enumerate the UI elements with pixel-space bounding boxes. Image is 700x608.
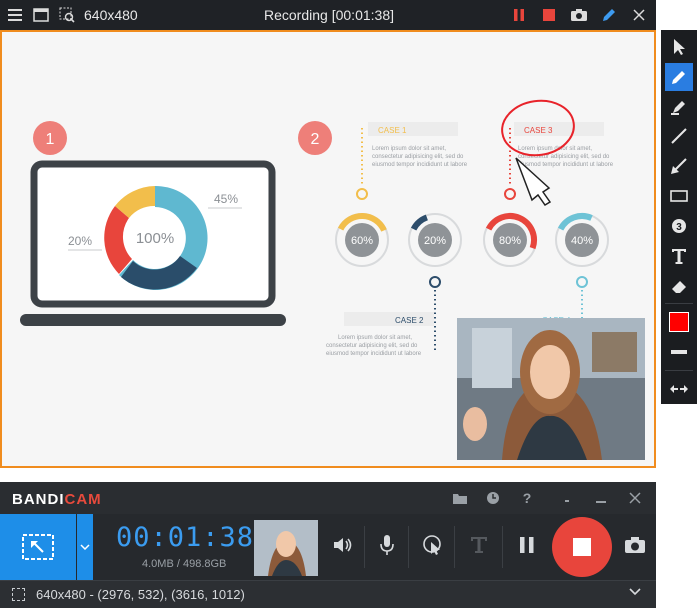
select-area-icon[interactable]	[56, 4, 78, 26]
text-overlay-icon[interactable]	[466, 532, 492, 558]
recording-timer: 00:01:38	[116, 522, 255, 553]
screen-mode-button[interactable]	[0, 514, 76, 580]
region-checkbox-icon[interactable]	[12, 588, 25, 601]
donut-right-label: 45%	[214, 192, 238, 206]
laptop-base	[20, 314, 286, 326]
screenshot-button[interactable]	[622, 532, 648, 558]
svg-text:eiusmod tempor incididunt ut l: eiusmod tempor incididunt ut labore	[518, 162, 614, 168]
svg-text:consectetur adipisicing elit,: consectetur adipisicing elit, sed do	[372, 154, 464, 160]
menu-icon[interactable]	[4, 4, 26, 26]
close-icon[interactable]	[624, 487, 646, 509]
gauge-1: 60%	[335, 213, 389, 267]
mouse-click-icon[interactable]	[420, 532, 446, 558]
svg-text:?: ?	[523, 490, 532, 506]
gauge-value-4: 40%	[571, 235, 593, 247]
draw-mode-button[interactable]	[598, 4, 620, 26]
step-2-number: 2	[311, 131, 320, 148]
capture-size-label: 640x480	[84, 7, 138, 23]
recording-label: Recording	[264, 7, 328, 23]
minimize-icon[interactable]	[590, 487, 612, 509]
gauge-3: 80%	[483, 213, 537, 267]
clock-icon[interactable]	[482, 487, 504, 509]
stop-recording-button[interactable]	[552, 517, 612, 577]
gauge-value-2: 20%	[424, 235, 446, 247]
pen-icon[interactable]	[665, 62, 693, 91]
cursor-icon[interactable]	[665, 33, 693, 61]
case-1-label: CASE 1	[378, 126, 407, 135]
case-2-label: CASE 2	[395, 316, 424, 325]
pause-button[interactable]	[514, 532, 540, 558]
minimize-small-icon[interactable]	[556, 487, 578, 509]
help-icon[interactable]: ?	[516, 487, 538, 509]
arrow-icon[interactable]	[665, 152, 693, 180]
webcam-button[interactable]	[254, 520, 318, 576]
presentation-slide: 1 2 100% 20% 45% CASE 1 Lorem ipsum dolo…	[20, 99, 645, 460]
bandicam-logo: BANDICAM	[12, 491, 102, 508]
pause-button[interactable]	[508, 4, 530, 26]
chevron-down-icon[interactable]	[628, 585, 642, 604]
control-panel: 00:01:38 4.0MB / 498.8GB	[0, 514, 656, 580]
capture-area: 1 2 100% 20% 45% CASE 1 Lorem ipsum dolo…	[0, 30, 656, 468]
svg-text:eiusmod tempor incididunt ut l: eiusmod tempor incididunt ut labore	[326, 351, 422, 357]
status-bar: 640x480 - (2976, 532), (3616, 1012)	[0, 580, 656, 608]
rectangle-icon[interactable]	[665, 182, 693, 210]
eraser-icon[interactable]	[665, 272, 693, 300]
gauge-value-3: 80%	[499, 235, 521, 247]
speaker-icon[interactable]	[330, 532, 356, 558]
svg-text:eiusmod tempor incididunt ut l: eiusmod tempor incididunt ut labore	[372, 162, 468, 168]
webcam-overlay	[457, 318, 645, 460]
gauge-value-1: 60%	[351, 235, 373, 247]
drawing-toolbar: 3	[661, 30, 697, 404]
highlighter-icon[interactable]	[665, 93, 693, 121]
screenshot-button[interactable]	[568, 4, 590, 26]
donut-center-label: 100%	[136, 230, 174, 247]
svg-text:Lorem ipsum dolor sit amet,: Lorem ipsum dolor sit amet,	[372, 146, 446, 152]
swap-icon[interactable]	[665, 375, 693, 403]
stop-button[interactable]	[538, 4, 560, 26]
case-3-label: CASE 3	[524, 126, 553, 135]
bandicam-titlebar: BANDICAM ?	[0, 482, 656, 514]
recording-status: Recording [00:01:38]	[264, 7, 394, 23]
svg-text:Lorem ipsum dolor sit amet,: Lorem ipsum dolor sit amet,	[338, 335, 412, 341]
window-mode-icon[interactable]	[30, 4, 52, 26]
folder-icon[interactable]	[449, 487, 471, 509]
color-swatch[interactable]	[665, 308, 693, 336]
line-icon[interactable]	[665, 122, 693, 150]
file-size: 4.0MB / 498.8GB	[142, 558, 227, 570]
recording-time: [00:01:38]	[331, 7, 394, 23]
gauge-2: 20%	[408, 213, 462, 267]
microphone-icon[interactable]	[374, 532, 400, 558]
gauge-4: 40%	[555, 213, 609, 267]
gauge-group: 60% 20% 80% 40%	[335, 213, 609, 267]
text-icon[interactable]	[665, 242, 693, 270]
mode-dropdown[interactable]	[77, 514, 93, 580]
numbering-icon[interactable]: 3	[665, 212, 693, 240]
svg-text:3: 3	[676, 222, 682, 233]
step-1-number: 1	[46, 131, 55, 148]
close-icon[interactable]	[628, 4, 650, 26]
capture-region-info: 640x480 - (2976, 532), (3616, 1012)	[36, 587, 245, 602]
svg-text:consectetur adipisicing elit,: consectetur adipisicing elit, sed do	[326, 343, 418, 349]
recording-bar: 640x480 Recording [00:01:38]	[0, 0, 656, 30]
line-width-icon[interactable]	[665, 338, 693, 366]
donut-left-label: 20%	[68, 234, 92, 248]
bandicam-window: BANDICAM ? 00:01:38 4.0MB / 498.8GB 640x…	[0, 482, 656, 608]
